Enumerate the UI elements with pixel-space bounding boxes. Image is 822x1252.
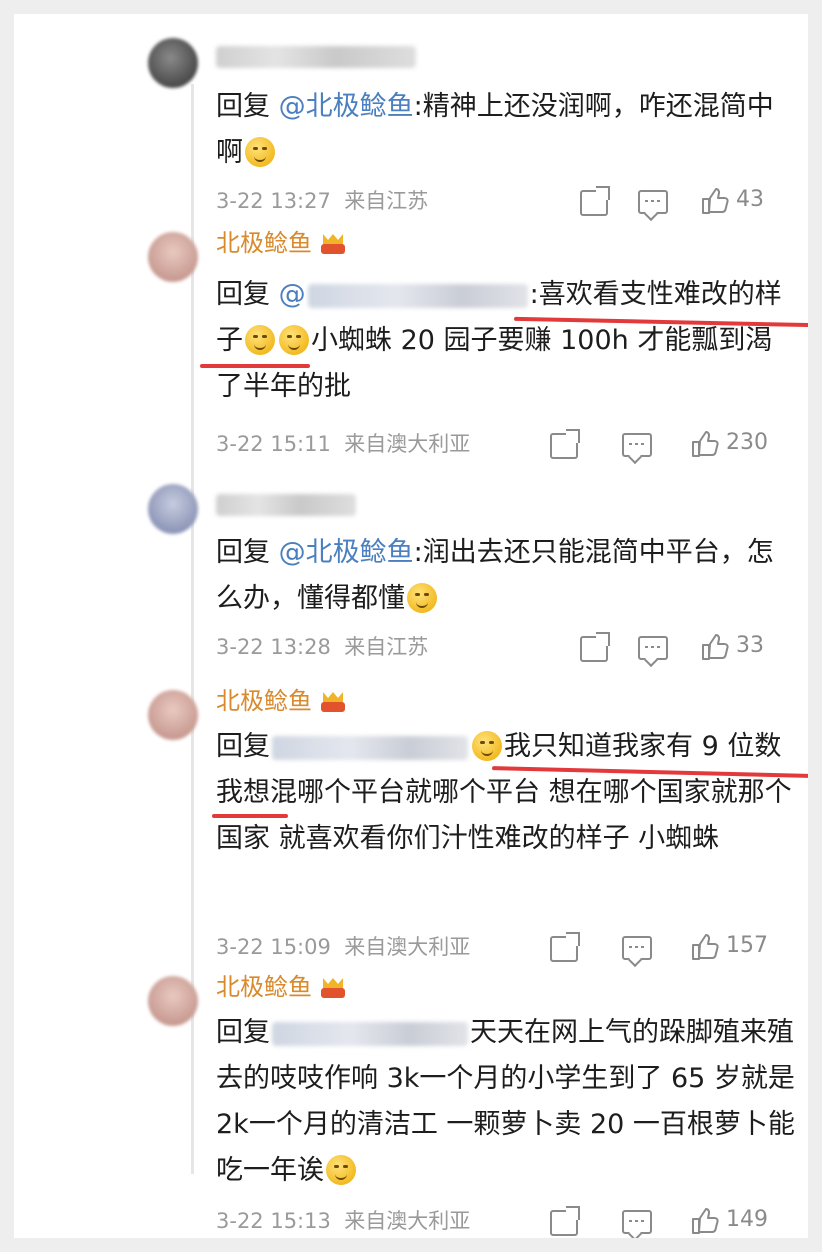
author-name[interactable]: 北极鲶鱼 bbox=[216, 970, 346, 1004]
blurred-mention[interactable] bbox=[272, 735, 468, 760]
smirk-emoji-icon bbox=[472, 731, 502, 761]
vip-crown-icon bbox=[320, 690, 346, 714]
comment-text: 回复 @北极鲶鱼:精神上还没润啊，咋还混简中啊 bbox=[216, 84, 796, 176]
smile-emoji-icon bbox=[279, 325, 309, 355]
share-icon bbox=[580, 632, 610, 662]
comment-meta: 3-22 15:09 来自澳大利亚 bbox=[216, 932, 470, 962]
comment-thread-card: 回复 @北极鲶鱼:精神上还没润啊，咋还混简中啊 3-22 13:27 来自江苏 … bbox=[14, 14, 808, 1238]
comment-meta: 3-22 13:28 来自江苏 bbox=[216, 632, 428, 662]
like-count: 43 bbox=[736, 187, 764, 212]
mention-link[interactable]: @北极鲶鱼 bbox=[279, 537, 414, 568]
share-icon bbox=[550, 932, 580, 962]
reply-label: 回复 bbox=[216, 91, 270, 122]
avatar[interactable] bbox=[148, 976, 198, 1026]
thumbs-up-icon bbox=[692, 431, 719, 457]
author-label: 北极鲶鱼 bbox=[216, 973, 312, 1001]
comment-text: 回复 @:喜欢看支性难改的样子 小蜘蛛 20 园子要赚 100h 才能瓢到渴了半年… bbox=[216, 272, 796, 410]
comment-icon bbox=[638, 636, 668, 660]
like-count: 157 bbox=[726, 933, 768, 958]
comment-icon bbox=[622, 1210, 652, 1234]
reply-label: 回复 bbox=[216, 1017, 270, 1048]
smile-emoji-icon bbox=[326, 1155, 356, 1185]
timestamp: 3-22 13:28 bbox=[216, 635, 331, 659]
like-count: 230 bbox=[726, 430, 768, 455]
location: 来自澳大利亚 bbox=[344, 1209, 471, 1233]
highlight-underline bbox=[212, 814, 288, 818]
avatar[interactable] bbox=[148, 690, 198, 740]
like-count: 149 bbox=[726, 1207, 768, 1232]
reply-label: 回复 bbox=[216, 279, 270, 310]
thumbs-up-icon bbox=[702, 188, 729, 214]
vip-crown-icon bbox=[320, 232, 346, 256]
reply-label: 回复 bbox=[216, 731, 270, 762]
avatar[interactable] bbox=[148, 232, 198, 282]
comment-meta: 3-22 15:11 来自澳大利亚 bbox=[216, 429, 470, 459]
comment-meta: 3-22 13:27 来自江苏 bbox=[216, 186, 428, 216]
comment-actions: 149 bbox=[550, 1206, 780, 1238]
location: 来自澳大利亚 bbox=[344, 432, 471, 456]
timestamp: 3-22 15:09 bbox=[216, 935, 331, 959]
comment-icon bbox=[622, 433, 652, 457]
comment-text: 回复 @北极鲶鱼:润出去还只能混简中平台，怎么办，懂得都懂 bbox=[216, 530, 796, 622]
comment-actions: 33 bbox=[580, 632, 780, 664]
timestamp: 3-22 15:11 bbox=[216, 432, 331, 456]
author-name[interactable]: 北极鲶鱼 bbox=[216, 684, 346, 718]
comment-actions: 157 bbox=[550, 932, 780, 964]
comment-actions: 230 bbox=[550, 429, 780, 461]
share-icon bbox=[580, 186, 610, 216]
author-name[interactable]: 北极鲶鱼 bbox=[216, 226, 346, 260]
vip-crown-icon bbox=[320, 976, 346, 1000]
blurred-mention[interactable] bbox=[307, 283, 528, 308]
mention-link[interactable]: @北极鲶鱼 bbox=[279, 91, 414, 122]
location: 来自江苏 bbox=[344, 635, 429, 659]
comment-actions: 43 bbox=[580, 186, 780, 218]
comment-text: 回复 天天在网上气的跺脚殖来殖去的吱吱作响 3k一个月的小学生到了 65 岁就是 … bbox=[216, 1010, 796, 1194]
timestamp: 3-22 15:13 bbox=[216, 1209, 331, 1233]
comment-icon bbox=[622, 936, 652, 960]
highlight-underline bbox=[200, 364, 310, 368]
author-label: 北极鲶鱼 bbox=[216, 687, 312, 715]
avatar[interactable] bbox=[148, 38, 198, 88]
mention-link[interactable]: @ bbox=[279, 279, 306, 310]
thumbs-up-icon bbox=[692, 1208, 719, 1234]
smirk-emoji-icon bbox=[407, 583, 437, 613]
thumbs-up-icon bbox=[692, 934, 719, 960]
reply-label: 回复 bbox=[216, 537, 270, 568]
location: 来自江苏 bbox=[344, 189, 429, 213]
location: 来自澳大利亚 bbox=[344, 935, 471, 959]
author-label: 北极鲶鱼 bbox=[216, 229, 312, 257]
comment-icon bbox=[638, 190, 668, 214]
like-count: 33 bbox=[736, 633, 764, 658]
avatar[interactable] bbox=[148, 484, 198, 534]
share-icon bbox=[550, 1206, 580, 1236]
blurred-username[interactable] bbox=[216, 46, 416, 68]
comment-meta: 3-22 15:13 来自澳大利亚 bbox=[216, 1206, 470, 1236]
timestamp: 3-22 13:27 bbox=[216, 189, 331, 213]
rofl-emoji-icon bbox=[245, 137, 275, 167]
thumbs-up-icon bbox=[702, 634, 729, 660]
blurred-mention[interactable] bbox=[272, 1021, 468, 1046]
smile-emoji-icon bbox=[245, 325, 275, 355]
blurred-username[interactable] bbox=[216, 494, 356, 516]
comment-text: 回复 我只知道我家有 9 位数 我想混哪个平台就哪个平台 想在哪个国家就那个国家 … bbox=[216, 724, 796, 862]
share-icon bbox=[550, 429, 580, 459]
